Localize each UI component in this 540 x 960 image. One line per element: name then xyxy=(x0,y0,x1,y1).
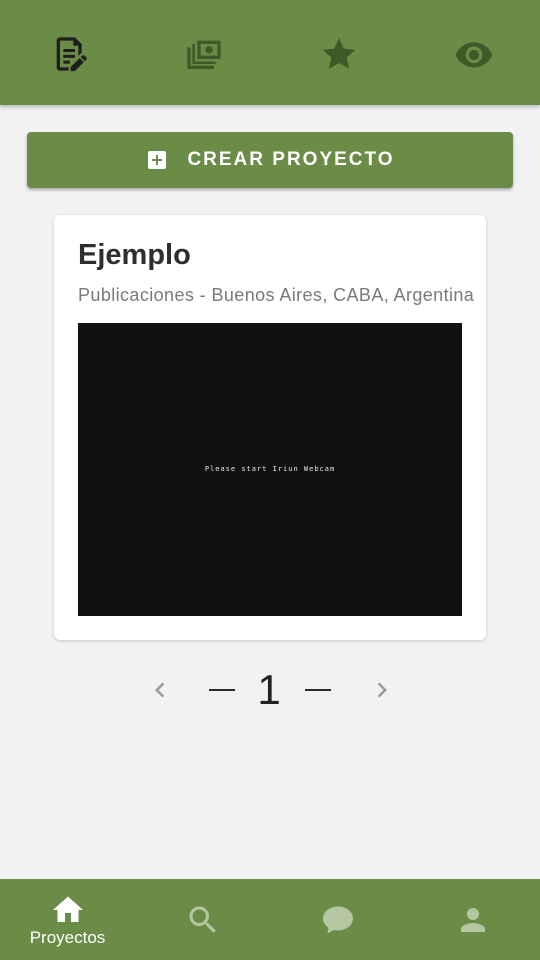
project-media[interactable]: Please start Iriun Webcam xyxy=(78,323,462,616)
tab-favorites[interactable] xyxy=(315,30,363,78)
eye-icon xyxy=(455,42,493,68)
money-stack-icon xyxy=(187,40,221,69)
add-box-icon xyxy=(148,151,167,169)
create-project-label: CREAR PROYECTO xyxy=(187,149,395,170)
chevron-right-icon xyxy=(377,682,387,698)
previous-page-button[interactable] xyxy=(140,665,180,715)
tab-watching[interactable] xyxy=(450,30,498,78)
project-subtitle: Publicaciones - Buenos Aires, CABA, Arge… xyxy=(78,285,475,305)
nav-item-chat[interactable] xyxy=(270,879,405,960)
pagination: 1 xyxy=(0,665,540,715)
chat-icon xyxy=(322,906,353,933)
edit-document-icon xyxy=(56,37,87,72)
next-page-button[interactable] xyxy=(362,665,402,715)
chevron-left-icon xyxy=(155,682,165,698)
nav-item-profile[interactable] xyxy=(405,879,540,960)
tab-funding[interactable] xyxy=(180,30,228,78)
star-icon xyxy=(322,38,356,69)
nav-item-label: Proyectos xyxy=(29,927,106,947)
search-icon xyxy=(189,906,216,933)
project-title: Ejemplo xyxy=(78,239,191,271)
create-project-button[interactable]: CREAR PROYECTO xyxy=(27,132,513,188)
bottom-navigation: Proyectos xyxy=(0,879,540,960)
media-placeholder-text: Please start Iriun Webcam xyxy=(204,465,336,473)
page-divider xyxy=(305,689,331,691)
nav-item-search[interactable] xyxy=(135,879,270,960)
home-icon xyxy=(52,896,83,922)
page-divider xyxy=(209,689,235,691)
person-icon xyxy=(460,907,485,932)
nav-item-proyectos[interactable]: Proyectos xyxy=(0,879,135,960)
top-tab-bar xyxy=(0,0,540,105)
current-page-number: 1 xyxy=(257,666,281,713)
project-card[interactable]: Ejemplo Publicaciones - Buenos Aires, CA… xyxy=(54,215,486,640)
tab-my-projects[interactable] xyxy=(46,30,94,78)
